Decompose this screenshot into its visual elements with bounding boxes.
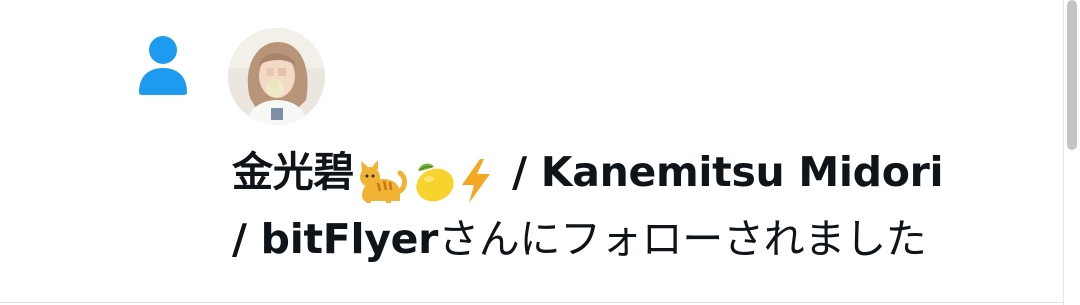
follow-notification[interactable]: 金光碧 / Kanemitsu Midori / bitFlyerさんにフォロー… <box>0 0 1064 302</box>
user-avatar[interactable] <box>228 28 325 125</box>
scrollbar-track[interactable] <box>1063 0 1080 305</box>
scrollbar-thumb[interactable] <box>1067 0 1077 150</box>
action-text: さんにフォローされました <box>438 215 927 263</box>
lemon-emoji <box>416 163 454 202</box>
divider <box>0 302 1064 303</box>
display-name-latin[interactable]: / Kanemitsu Midori <box>498 148 943 196</box>
display-name-company[interactable]: / bitFlyer <box>232 215 438 263</box>
display-name-emojis <box>356 148 494 209</box>
cat-emoji <box>360 160 408 203</box>
display-name-kanji[interactable]: 金光碧 <box>232 148 354 196</box>
person-icon <box>137 34 189 96</box>
lightning-emoji <box>462 159 491 203</box>
notification-message: 金光碧 / Kanemitsu Midori / bitFlyerさんにフォロー… <box>232 142 1052 270</box>
